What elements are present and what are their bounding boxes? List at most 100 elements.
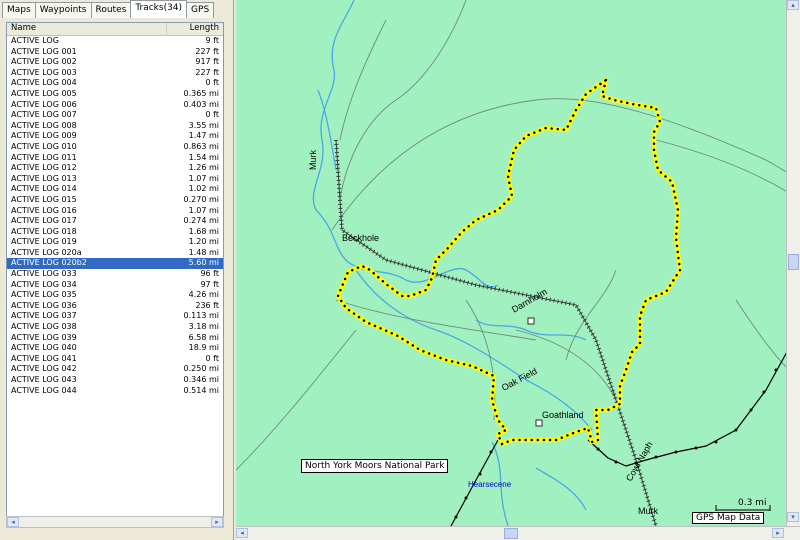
list-item[interactable]: ACTIVE LOG 005 0.365 mi (7, 89, 223, 100)
list-item[interactable]: ACTIVE LOG 001 227 ft (7, 47, 223, 58)
track-name: ACTIVE LOG 014 (11, 184, 77, 194)
track-length: 1.26 mi (188, 163, 219, 173)
horizontal-thumb[interactable] (504, 528, 518, 539)
list-item[interactable]: ACTIVE LOG 033 96 ft (7, 269, 223, 280)
track-name: ACTIVE LOG 013 (11, 173, 77, 183)
track-length: 6.58 mi (188, 332, 219, 342)
map-view[interactable]: Beckhole Murk Darnholm Oak Field Goathla… (236, 0, 800, 526)
track-name: ACTIVE LOG 017 (11, 216, 77, 226)
track-length: 0.863 mi (183, 141, 219, 151)
scroll-right-icon[interactable]: ▸ (772, 528, 784, 538)
tab-gps[interactable]: GPS (186, 2, 215, 18)
list-item[interactable]: ACTIVE LOG 038 3.18 mi (7, 322, 223, 333)
track-length: 227 ft (195, 67, 219, 77)
list-item[interactable]: ACTIVE LOG 010 0.863 mi (7, 142, 223, 153)
track-length: 0.403 mi (183, 99, 219, 109)
list-item[interactable]: ACTIVE LOG 008 3.55 mi (7, 121, 223, 132)
track-length: 3.55 mi (188, 120, 219, 130)
list-item[interactable]: ACTIVE LOG 035 4.26 mi (7, 290, 223, 301)
track-panel: Maps Waypoints Routes Tracks(34) GPS Nam… (0, 0, 234, 540)
list-item[interactable]: ACTIVE LOG 009 1.47 mi (7, 131, 223, 142)
tab-maps[interactable]: Maps (2, 2, 36, 18)
tab-routes[interactable]: Routes (90, 2, 132, 18)
list-item[interactable]: ACTIVE LOG 016 1.07 mi (7, 206, 223, 217)
list-item[interactable]: ACTIVE LOG 015 0.270 mi (7, 195, 223, 206)
list-item[interactable]: ACTIVE LOG 042 0.250 mi (7, 364, 223, 375)
track-length: 0.270 mi (183, 194, 219, 204)
track-length: 0 ft (205, 78, 219, 88)
list-item[interactable]: ACTIVE LOG 039 6.58 mi (7, 333, 223, 344)
list-item[interactable]: ACTIVE LOG 004 0 ft (7, 78, 223, 89)
track-length: 1.02 mi (188, 184, 219, 194)
list-item[interactable]: ACTIVE LOG 043 0.346 mi (7, 375, 223, 386)
label-beckhole: Beckhole (342, 233, 380, 243)
list-item[interactable]: ACTIVE LOG 041 0 ft (7, 354, 223, 365)
scale-label: 0.3 mi (716, 498, 770, 510)
map-canvas (236, 0, 800, 526)
track-length: 1.48 mi (188, 247, 219, 257)
list-item[interactable]: ACTIVE LOG 019 1.20 mi (7, 237, 223, 248)
track-name: ACTIVE LOG 040 (11, 343, 77, 353)
list-item[interactable]: ACTIVE LOG 003 227 ft (7, 68, 223, 79)
track-length: 0.346 mi (183, 375, 219, 384)
track-name: ACTIVE LOG 033 (11, 269, 77, 279)
track-name: ACTIVE LOG 003 (11, 67, 77, 77)
list-item[interactable]: ACTIVE LOG 012 1.26 mi (7, 163, 223, 174)
list-rows: ACTIVE LOG 9 ft ACTIVE LOG 001 227 ft ACTIVE… (7, 36, 223, 396)
tab-waypoints[interactable]: Waypoints (34, 2, 92, 18)
list-item[interactable]: ACTIVE LOG 006 0.403 mi (7, 100, 223, 111)
list-item[interactable]: ACTIVE LOG 037 0.113 mi (7, 311, 223, 322)
list-item[interactable]: ACTIVE LOG 040 18.9 mi (7, 343, 223, 354)
track-name: ACTIVE LOG (11, 36, 59, 45)
track-length: 96 ft (200, 269, 219, 279)
track-length: 3.18 mi (188, 322, 219, 332)
list-item[interactable]: ACTIVE LOG 013 1.07 mi (7, 174, 223, 185)
vertical-thumb[interactable] (788, 254, 799, 270)
scroll-down-icon[interactable]: ▾ (787, 512, 799, 522)
list-item[interactable]: ACTIVE LOG 020a 1.48 mi (7, 248, 223, 259)
column-header-name[interactable]: Name (7, 23, 167, 35)
track-length: 0 ft (205, 110, 219, 120)
track-name: ACTIVE LOG 009 (11, 131, 77, 141)
list-item[interactable]: ACTIVE LOG 9 ft (7, 36, 223, 47)
track-length: 5.60 mi (188, 258, 219, 268)
label-goathland: Goathland (542, 410, 584, 420)
track-name: ACTIVE LOG 010 (11, 141, 77, 151)
track-list[interactable]: Name Length ACTIVE LOG 9 ft ACTIVE LOG 001… (6, 22, 224, 528)
track-name: ACTIVE LOG 002 (11, 57, 77, 67)
list-horizontal-scrollbar[interactable]: ◂ ▸ (6, 516, 224, 528)
park-label: North York Moors National Park (301, 459, 449, 473)
track-length: 1.07 mi (188, 173, 219, 183)
track-name: ACTIVE LOG 005 (11, 88, 77, 98)
list-item[interactable]: ACTIVE LOG 017 0.274 mi (7, 216, 223, 227)
list-item[interactable]: ACTIVE LOG 044 0.514 mi (7, 386, 223, 397)
tab-tracks[interactable]: Tracks(34) (130, 0, 188, 18)
list-item[interactable]: ACTIVE LOG 007 0 ft (7, 110, 223, 121)
scroll-left-icon[interactable]: ◂ (236, 528, 248, 538)
list-item[interactable]: ACTIVE LOG 020b2 5.60 mi (7, 258, 223, 270)
track-name: ACTIVE LOG 043 (11, 375, 77, 384)
track-length: 0 ft (205, 353, 219, 363)
column-header-length[interactable]: Length (167, 23, 223, 35)
scroll-up-icon[interactable]: ▴ (787, 0, 799, 10)
track-length: 4.26 mi (188, 290, 219, 300)
track-length: 0.514 mi (183, 385, 219, 395)
track-name: ACTIVE LOG 001 (11, 46, 77, 56)
track-length: 1.68 mi (188, 226, 219, 236)
list-item[interactable]: ACTIVE LOG 011 1.54 mi (7, 153, 223, 164)
list-item[interactable]: ACTIVE LOG 034 97 ft (7, 280, 223, 291)
track-length: 0.250 mi (183, 364, 219, 374)
list-item[interactable]: ACTIVE LOG 002 917 ft (7, 57, 223, 68)
list-item[interactable]: ACTIVE LOG 018 1.68 mi (7, 227, 223, 238)
list-item[interactable]: ACTIVE LOG 036 236 ft (7, 301, 223, 312)
track-name: ACTIVE LOG 020a (11, 247, 82, 257)
track-name: ACTIVE LOG 008 (11, 120, 77, 130)
list-item[interactable]: ACTIVE LOG 014 1.02 mi (7, 184, 223, 195)
map-vertical-scrollbar[interactable]: ▴ ▾ (786, 0, 800, 526)
track-length: 227 ft (195, 46, 219, 56)
scroll-right-icon[interactable]: ▸ (211, 517, 223, 527)
track-length: 0.365 mi (183, 88, 219, 98)
map-horizontal-scrollbar[interactable]: ◂ ▸ (236, 526, 800, 540)
track-name: ACTIVE LOG 020b2 (11, 258, 87, 268)
scroll-left-icon[interactable]: ◂ (7, 517, 19, 527)
